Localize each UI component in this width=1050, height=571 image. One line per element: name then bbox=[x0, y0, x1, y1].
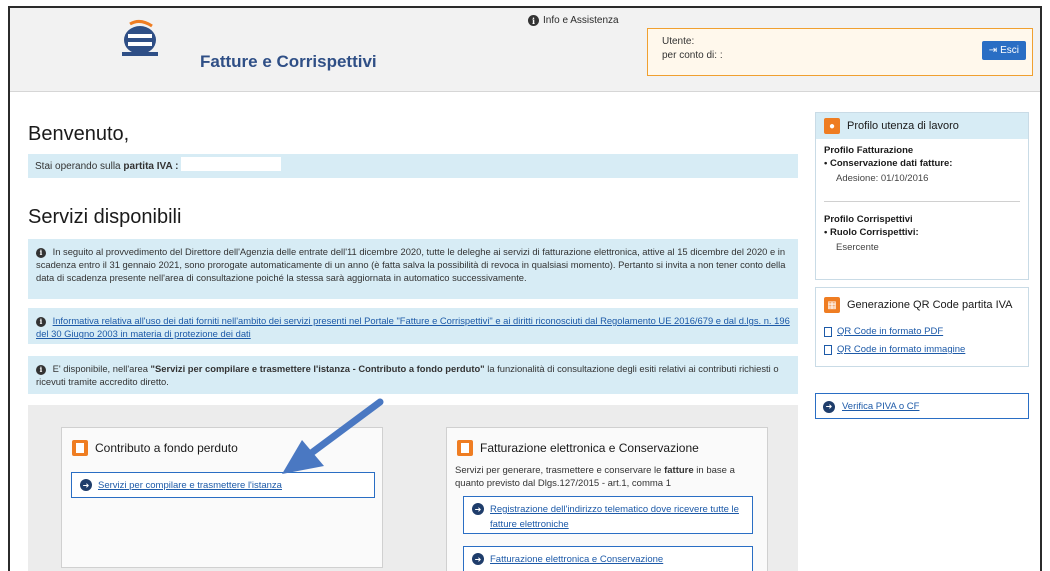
fatturazione-profile-title: Profilo Fatturazione bbox=[824, 145, 914, 156]
card-contributo-header: Contributo a fondo perduto bbox=[72, 440, 238, 456]
registrazione-link-label: Registrazione dell'indirizzo telematico … bbox=[490, 504, 739, 530]
qr-pdf-link[interactable]: QR Code in formato PDF bbox=[824, 326, 943, 337]
pdf-file-icon bbox=[824, 326, 832, 337]
corrispettivi-profile-title: Profilo Corrispettivi bbox=[824, 214, 913, 225]
profile-box: ● Profilo utenza di lavoro Profilo Fattu… bbox=[815, 112, 1029, 280]
user-icon: ● bbox=[824, 118, 840, 134]
card-fatturazione-header: Fatturazione elettronica e Conservazione bbox=[457, 440, 699, 456]
info-icon: i bbox=[528, 15, 539, 26]
info-icon: i bbox=[36, 316, 46, 327]
logout-icon: ⇥ bbox=[988, 45, 998, 56]
fatturazione-item-label: Conservazione dati fatture: bbox=[829, 158, 953, 169]
on-behalf-label: per conto di: : bbox=[662, 50, 723, 61]
corrispettivi-profile-value: Esercente bbox=[836, 242, 879, 253]
card-fatturazione: Fatturazione elettronica e Conservazione… bbox=[446, 427, 768, 571]
corrispettivi-item-label: Ruolo Corrispettivi: bbox=[829, 227, 919, 238]
verifica-label: Verifica PIVA o CF bbox=[842, 400, 920, 412]
qr-pdf-label: QR Code in formato PDF bbox=[837, 326, 944, 337]
arrow-right-icon: ➜ bbox=[80, 479, 92, 491]
notice-3-bold: "Servizi per compilare e trasmettere l'i… bbox=[150, 363, 485, 374]
qr-image-link[interactable]: QR Code in formato immagine bbox=[824, 344, 965, 355]
fatt-desc-bold: fatture bbox=[664, 465, 694, 476]
notice-privacy: i Informativa relativa all'uso dei dati … bbox=[28, 308, 798, 344]
arrow-right-icon: ➜ bbox=[472, 503, 484, 515]
info-assistance-link[interactable]: i Info e Assistenza bbox=[528, 15, 619, 26]
privacy-info-link[interactable]: Informativa relativa all'uso dei dati fo… bbox=[36, 315, 790, 339]
registrazione-indirizzo-link[interactable]: ➜ Registrazione dell'indirizzo telematic… bbox=[463, 496, 753, 534]
redacted-vat bbox=[181, 157, 282, 172]
notice-contributo: i E' disponibile, nell'area "Servizi per… bbox=[28, 356, 798, 394]
card-fatturazione-title: Fatturazione elettronica e Conservazione bbox=[480, 441, 699, 455]
services-heading: Servizi disponibili bbox=[28, 206, 182, 228]
fatt-desc-pre: Servizi per generare, trasmettere e cons… bbox=[455, 465, 665, 476]
document-icon bbox=[457, 440, 473, 456]
profile-divider bbox=[824, 201, 1020, 202]
notice-3-pre: E' disponibile, nell'area bbox=[52, 363, 151, 374]
vat-info-bar: Stai operando sulla partita IVA : bbox=[28, 154, 798, 178]
qr-code-icon: ▦ bbox=[824, 297, 840, 313]
image-file-icon bbox=[824, 344, 832, 355]
fatturazione-profile-item: • Conservazione dati fatture: bbox=[824, 158, 953, 169]
card-contributo-title: Contributo a fondo perduto bbox=[95, 441, 238, 455]
vat-label: partita IVA : bbox=[123, 161, 179, 172]
qr-code-box: ▦ Generazione QR Code partita IVA QR Cod… bbox=[815, 287, 1029, 367]
notice-1-text: In seguito al provvedimento del Direttor… bbox=[36, 246, 786, 283]
profile-title: Profilo utenza di lavoro bbox=[847, 120, 959, 132]
user-label: Utente: bbox=[662, 36, 695, 47]
arrow-right-icon: ➜ bbox=[823, 400, 835, 413]
app-title: Fatture e Corrispettivi bbox=[200, 52, 377, 71]
header: Fatture e Corrispettivi i Info e Assiste… bbox=[10, 8, 1040, 92]
fatturazione-description: Servizi per generare, trasmettere e cons… bbox=[455, 464, 761, 490]
info-icon: i bbox=[36, 247, 46, 258]
fatturazione-link-label: Fatturazione elettronica e Conservazione bbox=[490, 554, 664, 565]
info-link-label: Info e Assistenza bbox=[543, 15, 619, 26]
vat-prefix: Stai operando sulla bbox=[35, 161, 124, 172]
fatturazione-conservazione-link[interactable]: ➜ Fatturazione elettronica e Conservazio… bbox=[463, 546, 753, 571]
logout-label: Esci bbox=[1000, 45, 1019, 56]
user-box: Utente: per conto di: : ⇥ Esci bbox=[647, 28, 1033, 76]
corrispettivi-profile-item: • Ruolo Corrispettivi: bbox=[824, 227, 919, 238]
document-icon bbox=[72, 440, 88, 456]
arrow-right-icon: ➜ bbox=[472, 553, 484, 565]
qr-title: Generazione QR Code partita IVA bbox=[847, 299, 1013, 311]
fatturazione-profile-value: Adesione: 01/10/2016 bbox=[836, 173, 929, 184]
notice-delegations: i In seguito al provvedimento del Dirett… bbox=[28, 239, 798, 299]
verifica-piva-link[interactable]: ➜ Verifica PIVA o CF bbox=[815, 393, 1029, 419]
logout-button[interactable]: ⇥ Esci bbox=[981, 41, 1026, 60]
browser-frame: Fatture e Corrispettivi i Info e Assiste… bbox=[8, 6, 1042, 571]
services-area: Contributo a fondo perduto ➜ Servizi per… bbox=[28, 405, 798, 571]
profile-header: ● Profilo utenza di lavoro bbox=[816, 113, 1028, 139]
annotation-arrow bbox=[282, 398, 384, 474]
qr-header: ▦ Generazione QR Code partita IVA bbox=[816, 288, 1028, 318]
istanza-link-label: Servizi per compilare e trasmettere l'is… bbox=[98, 480, 282, 491]
info-icon: i bbox=[36, 364, 46, 375]
agenzia-entrate-logo bbox=[122, 19, 158, 56]
qr-image-label: QR Code in formato immagine bbox=[837, 344, 966, 355]
welcome-heading: Benvenuto, bbox=[28, 123, 130, 145]
